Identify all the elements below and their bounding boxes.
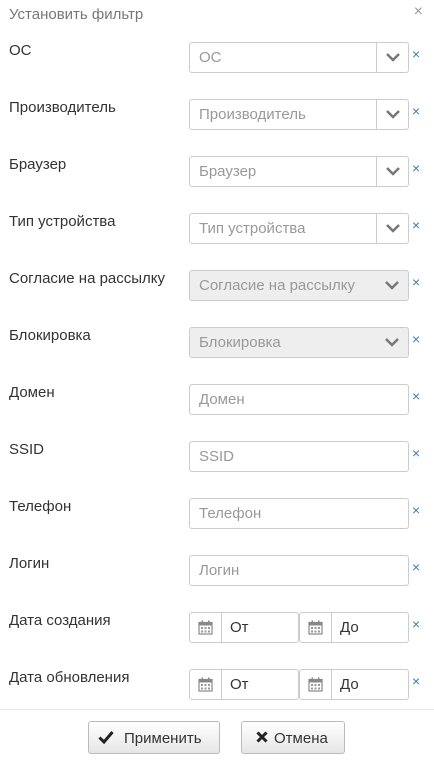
field-label: Логин — [9, 555, 50, 572]
updated-date-from-input[interactable]: От — [189, 669, 299, 700]
field-label: Дата создания — [9, 612, 111, 629]
clear-icon[interactable]: × — [412, 332, 420, 346]
browser-select[interactable]: Браузер — [189, 156, 409, 187]
filter-row-blocking: Блокировка Блокировка × — [0, 327, 434, 367]
filter-row-domain: Домен Домен × — [0, 384, 434, 424]
filter-row-manufacturer: Производитель Производитель × — [0, 99, 434, 139]
ssid-input[interactable]: SSID — [189, 441, 409, 472]
apply-button-label: Применить — [124, 730, 202, 747]
field-label: SSID — [9, 441, 45, 458]
clear-icon[interactable]: × — [412, 617, 420, 631]
field-label: Телефон — [9, 498, 72, 515]
clear-icon[interactable]: × — [412, 218, 420, 232]
field-label: Домен — [9, 384, 55, 401]
filter-row-os: ОС ОС × — [0, 42, 434, 82]
apply-button[interactable]: Применить — [88, 721, 220, 754]
select-placeholder: Браузер — [199, 163, 257, 180]
blocking-select[interactable]: Блокировка — [189, 327, 409, 358]
filter-row-device-type: Тип устройства Тип устройства × — [0, 213, 434, 253]
chevron-down-icon[interactable] — [376, 43, 408, 72]
calendar-icon[interactable] — [300, 613, 332, 642]
check-icon — [98, 730, 114, 748]
times-icon — [256, 730, 268, 748]
calendar-icon[interactable] — [190, 613, 222, 642]
field-label: Браузер — [9, 156, 67, 173]
filter-row-ssid: SSID SSID × — [0, 441, 434, 481]
clear-icon[interactable]: × — [412, 275, 420, 289]
select-placeholder: Производитель — [199, 106, 306, 123]
created-date-to-input[interactable]: До — [299, 612, 409, 643]
device-type-select[interactable]: Тип устройства — [189, 213, 409, 244]
dialog-header: Установить фильтр × — [0, 0, 434, 30]
field-label: Производитель — [9, 99, 116, 116]
select-placeholder: Блокировка — [199, 334, 281, 351]
chevron-down-icon[interactable] — [376, 100, 408, 129]
clear-icon[interactable]: × — [412, 446, 420, 460]
domain-input[interactable]: Домен — [189, 384, 409, 415]
clear-icon[interactable]: × — [412, 389, 420, 403]
date-to-placeholder: До — [340, 676, 359, 693]
date-from-placeholder: От — [230, 619, 249, 636]
footer-divider — [0, 709, 434, 710]
phone-input[interactable]: Телефон — [189, 498, 409, 529]
filter-row-login: Логин Логин × — [0, 555, 434, 595]
chevron-down-icon[interactable] — [376, 328, 408, 357]
select-placeholder: Согласие на рассылку — [199, 277, 356, 294]
field-label: Тип устройства — [9, 213, 116, 230]
cancel-button[interactable]: Отмена — [241, 721, 345, 754]
clear-icon[interactable]: × — [412, 47, 420, 61]
os-select[interactable]: ОС — [189, 42, 409, 73]
input-placeholder: Телефон — [199, 505, 262, 522]
filter-row-browser: Браузер Браузер × — [0, 156, 434, 196]
filter-row-updated-date: Дата обновления От До × — [0, 669, 434, 709]
chevron-down-icon[interactable] — [376, 214, 408, 243]
input-placeholder: Логин — [199, 562, 240, 579]
clear-icon[interactable]: × — [412, 674, 420, 688]
clear-icon[interactable]: × — [412, 104, 420, 118]
field-label: Дата обновления — [9, 669, 130, 686]
chevron-down-icon[interactable] — [376, 271, 408, 300]
filter-row-phone: Телефон Телефон × — [0, 498, 434, 538]
created-date-from-input[interactable]: От — [189, 612, 299, 643]
login-input[interactable]: Логин — [189, 555, 409, 586]
cancel-button-label: Отмена — [274, 730, 328, 747]
date-from-placeholder: От — [230, 676, 249, 693]
chevron-down-icon[interactable] — [376, 157, 408, 186]
calendar-icon[interactable] — [300, 670, 332, 699]
field-label: Блокировка — [9, 327, 91, 344]
calendar-icon[interactable] — [190, 670, 222, 699]
input-placeholder: SSID — [199, 448, 235, 465]
clear-icon[interactable]: × — [412, 560, 420, 574]
field-label: ОС — [9, 42, 32, 59]
updated-date-to-input[interactable]: До — [299, 669, 409, 700]
clear-icon[interactable]: × — [412, 503, 420, 517]
consent-select[interactable]: Согласие на рассылку — [189, 270, 409, 301]
close-icon[interactable]: × — [414, 3, 423, 21]
field-label: Согласие на рассылку — [9, 270, 166, 287]
date-to-placeholder: До — [340, 619, 359, 636]
select-placeholder: Тип устройства — [199, 220, 306, 237]
dialog-title: Установить фильтр — [9, 6, 144, 23]
filter-row-consent: Согласие на рассылку Согласие на рассылк… — [0, 270, 434, 310]
select-placeholder: ОС — [199, 49, 222, 66]
clear-icon[interactable]: × — [412, 161, 420, 175]
input-placeholder: Домен — [199, 391, 245, 408]
manufacturer-select[interactable]: Производитель — [189, 99, 409, 130]
filter-row-created-date: Дата создания От До × — [0, 612, 434, 652]
